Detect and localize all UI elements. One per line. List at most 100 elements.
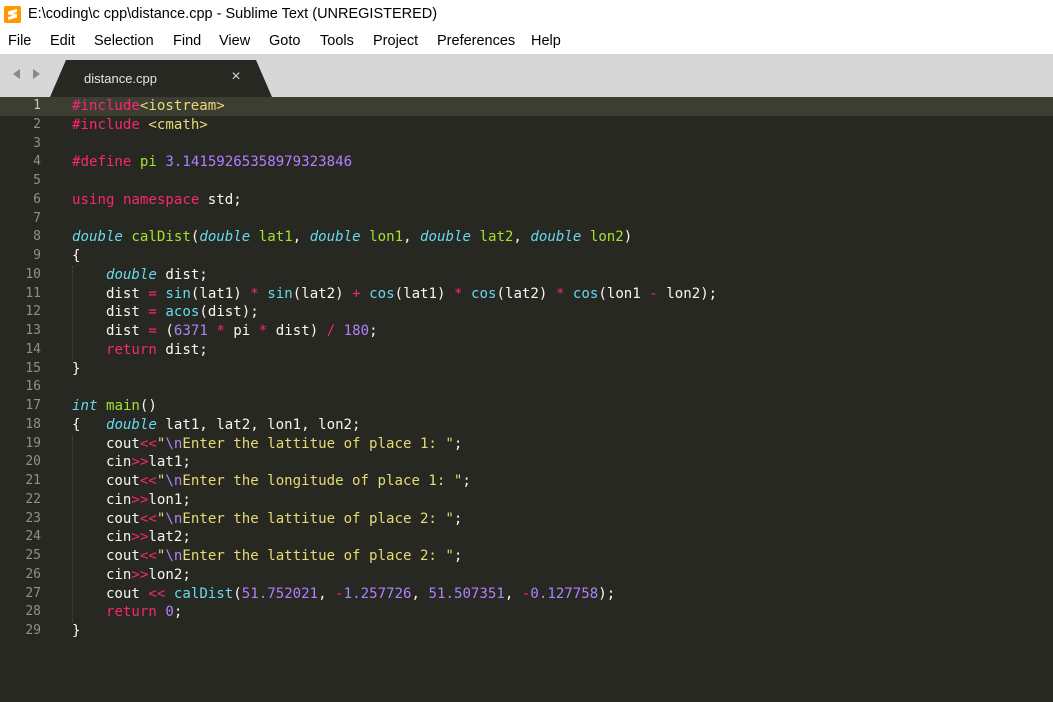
line-number: 22 bbox=[25, 491, 41, 507]
line-number: 7 bbox=[33, 210, 41, 226]
code-text: cin>>lat1; bbox=[72, 454, 191, 471]
nav-right-icon[interactable] bbox=[33, 69, 40, 79]
line-number: 27 bbox=[25, 585, 41, 601]
line-number: 28 bbox=[25, 604, 41, 620]
nav-left-icon[interactable] bbox=[13, 69, 20, 79]
menu-selection[interactable]: Selection bbox=[94, 33, 154, 49]
code-text: { bbox=[72, 248, 81, 264]
code-text: double calDist(double lat1, double lon1,… bbox=[72, 229, 633, 246]
code-text: dist = (6371 * pi * dist) / 180; bbox=[72, 323, 378, 339]
code-line: 24 cin>>lat2; bbox=[0, 528, 1053, 547]
window-title: E:\coding\c cpp\distance.cpp - Sublime T… bbox=[28, 6, 438, 22]
code-line: 19 cout<<"\nEnter the lattitue of place … bbox=[0, 435, 1053, 454]
line-number: 26 bbox=[25, 566, 41, 582]
line-number: 25 bbox=[25, 548, 41, 563]
line-number: 15 bbox=[25, 360, 41, 376]
code-line: 28 return 0; bbox=[0, 603, 1053, 622]
line-number: 1 bbox=[33, 98, 41, 113]
code-text: int main() bbox=[72, 398, 157, 414]
code-line: 23 cout<<"\nEnter the lattitue of place … bbox=[0, 510, 1053, 529]
code-text: cout<<"\nEnter the lattitue of place 2: … bbox=[72, 510, 463, 527]
code-line: 9 { bbox=[0, 247, 1053, 266]
code-line: 12 dist = acos(dist); bbox=[0, 303, 1053, 322]
code-line: 17 int main() bbox=[0, 397, 1053, 416]
code-line: 10 double dist; bbox=[0, 266, 1053, 285]
line-number: 29 bbox=[25, 623, 41, 638]
line-number: 24 bbox=[25, 529, 41, 545]
code-line: 1 #include<iostream> bbox=[0, 97, 1053, 116]
code-line: 7 bbox=[0, 210, 1053, 229]
line-number: 23 bbox=[25, 510, 41, 526]
line-number: 21 bbox=[25, 473, 41, 488]
line-number: 3 bbox=[33, 135, 41, 151]
line-number: 12 bbox=[25, 304, 41, 320]
code-text: { double lat1, lat2, lon1, lon2; bbox=[72, 416, 361, 433]
indent-guide bbox=[72, 265, 73, 360]
code-line: 5 bbox=[0, 172, 1053, 191]
code-line: 8 double calDist(double lat1, double lon… bbox=[0, 228, 1053, 247]
code-line: 2 #include <cmath> bbox=[0, 116, 1053, 135]
code-text: #include<iostream> bbox=[72, 98, 225, 114]
line-number: 18 bbox=[25, 416, 41, 432]
line-number: 19 bbox=[25, 435, 41, 451]
code-editor[interactable]: 1 #include<iostream> 2 #include <cmath> … bbox=[0, 97, 1053, 702]
code-text: return 0; bbox=[105, 604, 183, 621]
code-line: 11 dist = sin(lat1) * sin(lat2) + cos(la… bbox=[0, 285, 1053, 304]
menu-bar: File Edit Selection Find View Goto Tools… bbox=[0, 30, 1053, 54]
menu-preferences[interactable]: Preferences bbox=[437, 33, 515, 49]
tab-distance-cpp[interactable]: distance.cpp × bbox=[50, 60, 272, 97]
code-text: cout<<"\nEnter the longitude of place 1:… bbox=[72, 473, 471, 489]
code-text: #include <cmath> bbox=[72, 116, 208, 133]
code-text: #define pi 3.14159265358979323846 bbox=[72, 154, 353, 171]
menu-view[interactable]: View bbox=[219, 33, 250, 49]
code-line: 21 cout<<"\nEnter the longitude of place… bbox=[0, 472, 1053, 491]
code-line: 3 bbox=[0, 135, 1053, 154]
line-number: 9 bbox=[33, 248, 41, 263]
code-line: 6 using namespace std; bbox=[0, 191, 1053, 210]
code-line: 16 bbox=[0, 378, 1053, 397]
code-line: 22 cin>>lon1; bbox=[0, 491, 1053, 510]
indent-guide bbox=[72, 434, 73, 622]
menu-file[interactable]: File bbox=[8, 33, 31, 49]
menu-edit[interactable]: Edit bbox=[50, 33, 75, 49]
code-text: return dist; bbox=[105, 341, 208, 358]
close-icon[interactable]: × bbox=[228, 69, 244, 85]
tab-navigation bbox=[11, 67, 43, 81]
code-line: 14 return dist; bbox=[0, 341, 1053, 360]
code-line: 13 dist = (6371 * pi * dist) / 180; bbox=[0, 322, 1053, 341]
code-text: cin>>lat2; bbox=[72, 529, 191, 546]
line-number: 16 bbox=[25, 379, 41, 395]
code-line: 27 cout << calDist(51.752021, -1.257726,… bbox=[0, 585, 1053, 604]
line-number: 5 bbox=[33, 173, 41, 188]
code-text: } bbox=[72, 623, 81, 639]
code-text: cout << calDist(51.752021, -1.257726, 51… bbox=[72, 585, 616, 602]
code-text: cout<<"\nEnter the lattitue of place 2: … bbox=[72, 548, 463, 564]
line-number: 13 bbox=[25, 323, 41, 338]
code-text: cin>>lon1; bbox=[72, 491, 191, 508]
menu-find[interactable]: Find bbox=[173, 33, 201, 49]
line-number: 17 bbox=[25, 398, 41, 413]
code-text: cin>>lon2; bbox=[72, 566, 191, 583]
menu-project[interactable]: Project bbox=[373, 33, 418, 49]
line-number: 20 bbox=[25, 454, 41, 470]
line-number: 4 bbox=[33, 154, 41, 170]
code-line: 26 cin>>lon2; bbox=[0, 566, 1053, 585]
menu-help[interactable]: Help bbox=[531, 33, 561, 49]
menu-tools[interactable]: Tools bbox=[320, 33, 354, 49]
code-text: using namespace std; bbox=[72, 191, 242, 208]
line-number: 2 bbox=[33, 116, 41, 132]
code-line: 29 } bbox=[0, 622, 1053, 641]
sublime-logo-icon bbox=[4, 6, 21, 23]
menu-goto[interactable]: Goto bbox=[269, 33, 300, 49]
code-line: 20 cin>>lat1; bbox=[0, 453, 1053, 472]
line-number: 11 bbox=[25, 285, 41, 301]
line-number: 14 bbox=[25, 341, 41, 357]
code-text: } bbox=[72, 360, 81, 377]
code-text: cout<<"\nEnter the lattitue of place 1: … bbox=[72, 435, 463, 452]
code-text: dist = sin(lat1) * sin(lat2) + cos(lat1)… bbox=[72, 285, 718, 302]
code-text: double dist; bbox=[105, 266, 208, 283]
tab-bar: distance.cpp × bbox=[0, 54, 1053, 97]
tab-label: distance.cpp bbox=[84, 71, 157, 86]
line-number: 10 bbox=[25, 266, 41, 282]
line-number: 8 bbox=[33, 229, 41, 245]
